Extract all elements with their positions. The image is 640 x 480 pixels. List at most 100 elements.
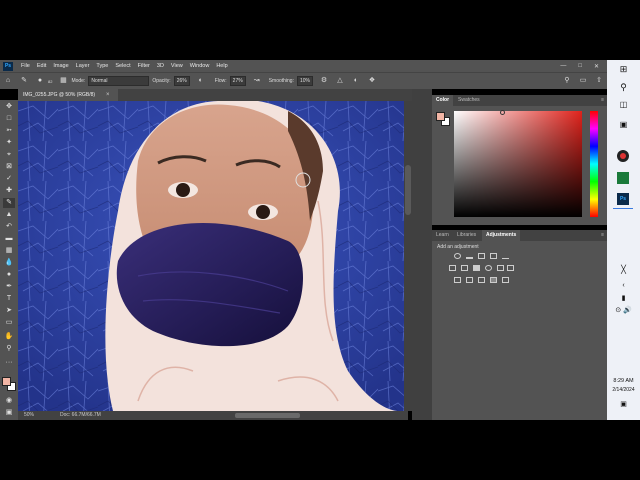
posterize-icon[interactable] (466, 277, 473, 283)
vertical-scrollbar[interactable] (404, 101, 412, 411)
vertical-scroll-thumb[interactable] (405, 165, 411, 215)
clock-date[interactable]: 2/14/2024 (607, 387, 640, 393)
hue-saturation-icon[interactable] (449, 265, 456, 271)
vibrance-icon[interactable] (502, 253, 509, 259)
menu-select[interactable]: Select (115, 63, 130, 69)
quick-select-tool-icon[interactable]: ✦ (3, 138, 15, 148)
black-white-icon[interactable] (473, 265, 480, 271)
menu-3d[interactable]: 3D (157, 63, 164, 69)
zoom-tool-icon[interactable]: ⚲ (3, 344, 15, 354)
close-tab-icon[interactable]: × (106, 89, 110, 101)
symmetry-icon[interactable]: ❖ (368, 77, 376, 85)
photo-filter-icon[interactable] (485, 265, 492, 271)
color-fg-swatch[interactable] (436, 112, 445, 121)
dodge-tool-icon[interactable]: ● (3, 270, 15, 280)
document-tab[interactable]: IMG_0255.JPG @ 50% (RGB/8) (18, 89, 118, 101)
menu-filter[interactable]: Filter (138, 63, 150, 69)
color-field[interactable] (454, 111, 582, 217)
brush-settings-icon[interactable]: ▦ (59, 77, 67, 85)
chevron-icon[interactable]: ‹ (607, 282, 640, 289)
battery-icon[interactable]: ▮ (607, 294, 640, 302)
path-select-tool-icon[interactable]: ➤ (3, 306, 15, 316)
search-icon[interactable]: ⚲ (607, 82, 640, 93)
brightness-contrast-icon[interactable] (454, 253, 461, 259)
frame-tool-icon[interactable]: ⊠ (3, 162, 15, 172)
start-windows-icon[interactable]: ⊞ (607, 64, 640, 75)
close-icon[interactable]: ✕ (594, 63, 599, 70)
home-icon[interactable]: ⌂ (4, 77, 12, 85)
marquee-tool-icon[interactable]: □ (3, 114, 15, 124)
menu-view[interactable]: View (171, 63, 183, 69)
opacity-field[interactable]: 26% (173, 76, 190, 86)
tab-color[interactable]: Color (432, 95, 454, 106)
color-lookup-icon[interactable] (507, 265, 514, 271)
mode-select[interactable]: Normal (88, 76, 150, 86)
blur-tool-icon[interactable]: 💧 (3, 258, 15, 268)
search-icon[interactable]: ⚲ (563, 77, 571, 85)
gradient-map-icon[interactable] (490, 277, 497, 283)
maximize-icon[interactable]: □ (578, 63, 582, 70)
airbrush-icon[interactable]: ↝ (253, 77, 261, 85)
foreground-color-swatch-top[interactable] (2, 377, 11, 386)
history-brush-tool-icon[interactable]: ↶ (3, 222, 15, 232)
eraser-tool-icon[interactable]: ▬ (3, 234, 15, 244)
hue-slider[interactable] (590, 111, 598, 217)
share-icon[interactable]: ⇧ (595, 77, 603, 85)
document-canvas[interactable] (18, 101, 408, 411)
menu-type[interactable]: Type (96, 63, 108, 69)
lasso-tool-icon[interactable]: ➳ (3, 126, 15, 136)
type-tool-icon[interactable]: T (3, 294, 15, 304)
healing-tool-icon[interactable]: ✚ (3, 186, 15, 196)
quick-mask-icon[interactable]: ◉ (3, 396, 15, 406)
selective-color-icon[interactable] (502, 277, 509, 283)
panel-menu-icon[interactable]: ≡ (601, 232, 604, 238)
more-tools-icon[interactable]: ··· (3, 358, 15, 368)
network-volume-icon[interactable]: ⊙ 🔊 (607, 306, 640, 314)
pressure-size-icon[interactable]: ◐ (352, 77, 360, 85)
pressure-opacity-icon[interactable]: ◐ (197, 77, 205, 85)
color-balance-icon[interactable] (461, 265, 468, 271)
tab-libraries[interactable]: Libraries (453, 230, 480, 241)
photoshop-taskbar-icon[interactable]: Ps (617, 193, 629, 205)
menu-layer[interactable]: Layer (76, 63, 90, 69)
show-hidden-icons-icon[interactable]: ╳ (607, 265, 640, 274)
green-app-icon[interactable] (617, 172, 629, 184)
brush-tool-icon[interactable]: ✎ (20, 77, 28, 85)
menu-file[interactable]: File (21, 63, 30, 69)
pen-tool-icon[interactable]: ✒ (3, 282, 15, 292)
menu-edit[interactable]: Edit (37, 63, 46, 69)
zoom-level[interactable]: 50% (24, 412, 34, 418)
channel-mixer-icon[interactable] (497, 265, 504, 271)
menu-window[interactable]: Window (190, 63, 210, 69)
crop-tool-icon[interactable]: ⌖ (3, 150, 15, 160)
menu-image[interactable]: Image (53, 63, 68, 69)
invert-icon[interactable] (454, 277, 461, 283)
shape-tool-icon[interactable]: ▭ (3, 318, 15, 328)
clock-time[interactable]: 8:29 AM (607, 378, 640, 384)
threshold-icon[interactable] (478, 277, 485, 283)
clone-stamp-tool-icon[interactable]: ▲ (3, 210, 15, 220)
tab-adjustments[interactable]: Adjustments (482, 230, 521, 241)
task-view-icon[interactable]: ◫ (607, 100, 640, 109)
exposure-icon[interactable] (490, 253, 497, 259)
workspace-icon[interactable]: ▭ (579, 77, 587, 85)
widgets-icon[interactable]: ▣ (607, 120, 640, 129)
move-tool-icon[interactable]: ✥ (3, 102, 15, 112)
smoothing-field[interactable]: 10% (296, 76, 313, 86)
curves-icon[interactable] (478, 253, 485, 259)
hand-tool-icon[interactable]: ✋ (3, 332, 15, 342)
brush-preset-icon[interactable]: ● (36, 77, 44, 85)
tab-learn[interactable]: Learn (432, 230, 453, 241)
color-picker-cursor[interactable] (500, 110, 505, 115)
notifications-icon[interactable]: ▣ (607, 400, 640, 408)
gradient-tool-icon[interactable]: ▦ (3, 246, 15, 256)
horizontal-scroll-thumb[interactable] (235, 413, 300, 418)
screen-mode-icon[interactable]: ▣ (3, 408, 15, 418)
brush-tool-icon[interactable]: ✎ (3, 198, 15, 208)
eyedropper-tool-icon[interactable]: ✓ (3, 174, 15, 184)
levels-icon[interactable] (466, 253, 473, 259)
panel-menu-icon[interactable]: ≡ (601, 97, 604, 103)
smoothing-options-icon[interactable]: ⚙ (320, 77, 328, 85)
tab-swatches[interactable]: Swatches (454, 95, 484, 106)
minimize-icon[interactable]: — (560, 63, 566, 70)
